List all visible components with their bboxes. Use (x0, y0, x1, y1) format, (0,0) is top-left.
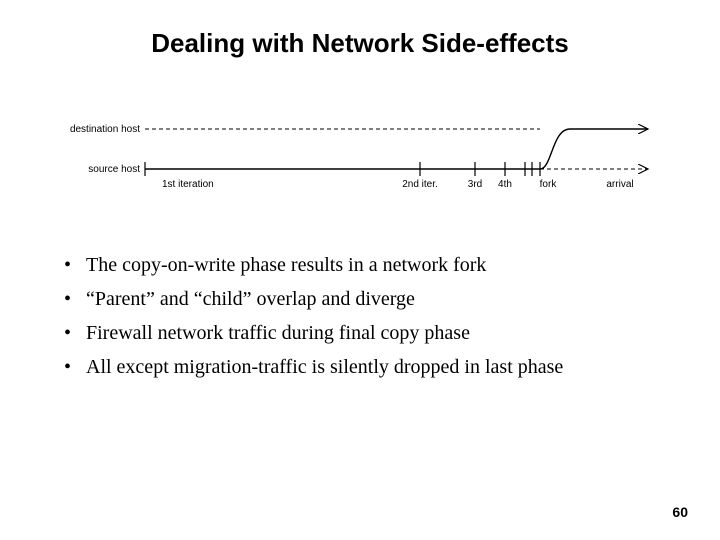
page-number: 60 (672, 504, 688, 520)
bullet-text: The copy-on-write phase results in a net… (86, 254, 486, 276)
slide: Dealing with Network Side-effects destin… (0, 0, 720, 540)
tick-label-fork: fork (540, 179, 558, 190)
source-host-label: source host (88, 164, 140, 175)
bullet-text: All except migration-traffic is silently… (86, 356, 563, 378)
dest-host-label: destination host (70, 124, 140, 135)
bullet-text: Firewall network traffic during final co… (86, 322, 470, 344)
timeline-diagram: destination host source host 1st iterati… (0, 99, 720, 219)
bullet-item: The copy-on-write phase results in a net… (58, 249, 662, 281)
tick-label-arrival: arrival (606, 179, 633, 190)
fork-curve (540, 129, 570, 169)
tick-label-iter3: 3rd (468, 179, 482, 190)
tick-label-iter2: 2nd iter. (402, 179, 438, 190)
tick-label-iter1: 1st iteration (162, 179, 214, 190)
bullet-item: All except migration-traffic is silently… (58, 351, 662, 383)
tick-label-iter4: 4th (498, 179, 512, 190)
bullet-list: The copy-on-write phase results in a net… (58, 249, 662, 383)
bullet-item: Firewall network traffic during final co… (58, 317, 662, 349)
slide-title: Dealing with Network Side-effects (0, 0, 720, 69)
bullet-text: “Parent” and “child” overlap and diverge (86, 288, 415, 310)
timeline-svg: destination host source host 1st iterati… (50, 99, 670, 219)
bullet-item: “Parent” and “child” overlap and diverge (58, 283, 662, 315)
